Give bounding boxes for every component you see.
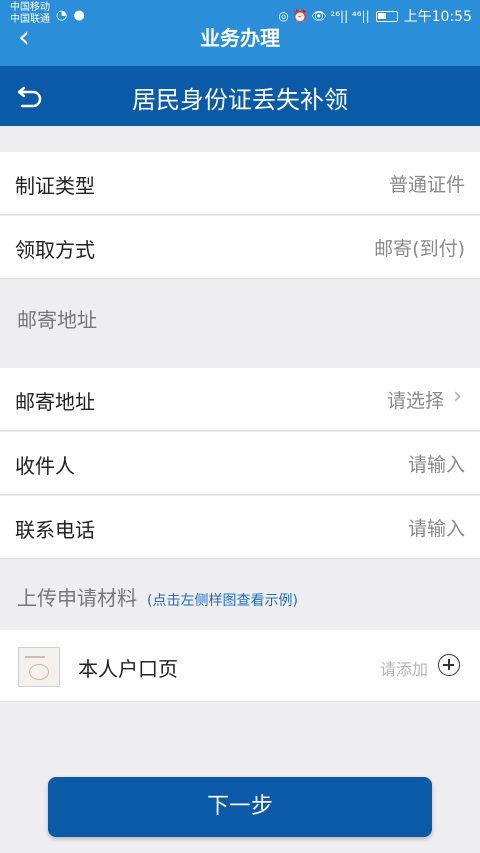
recipient-input[interactable]: 请输入 [408,450,465,477]
mail-address-label: 邮寄地址 [15,390,95,414]
row-card-type[interactable]: 制证类型 普通证件 [0,152,480,215]
outer-title: 业务办理 [200,26,280,50]
row-mail-address[interactable]: 邮寄地址 请选择 › [0,368,480,431]
upload-section-title: 上传申请材料 (点击左侧样图查看示例) [17,582,298,611]
outer-app-bar: ‹ 业务办理 [0,20,480,66]
battery-icon [375,10,398,22]
pickup-method-value: 邮寄(到付) [374,238,465,260]
mail-section-title: 邮寄地址 [17,308,97,332]
scrolled-gap [0,126,480,152]
phone-label: 联系电话 [15,518,95,542]
chevron-right-icon: › [453,384,462,409]
network-icons: ◎ ⏰ 👁 ²⁶|| ⁴⁶|| [278,9,370,23]
row-pickup-method[interactable]: 领取方式 邮寄(到付) [0,216,480,279]
phone-input[interactable]: 请输入 [408,514,465,541]
pickup-method-label: 领取方式 [15,238,95,262]
upload-title-text: 上传申请材料 [17,586,137,610]
card-type-value: 普通证件 [388,174,465,196]
upload-item-label: 本人户口页 [78,657,178,681]
row-recipient[interactable]: 收件人 请输入 [0,432,480,495]
upload-item-row[interactable]: 本人户口页 请添加 [0,630,480,702]
mail-address-value: 请选择 [386,390,444,412]
carrier-1: 中国移动 [10,2,50,13]
upload-section: 上传申请材料 (点击左侧样图查看示例) [0,560,480,630]
sample-image-thumbnail[interactable] [18,647,60,687]
mail-section: 邮寄地址 [0,280,480,368]
card-type-label: 制证类型 [15,174,95,198]
upload-add-text[interactable]: 请添加 [380,656,428,680]
add-circle-icon[interactable] [438,654,460,676]
notification-icons: ◔ ● [56,8,86,23]
next-step-button[interactable]: 下一步 [48,777,432,837]
recipient-label: 收件人 [15,454,75,478]
row-phone[interactable]: 联系电话 请输入 [0,496,480,559]
upload-hint: (点击左侧样图查看示例) [147,593,298,609]
page-header: 居民身份证丢失补领 [0,66,480,126]
page-title: 居民身份证丢失补领 [132,86,348,114]
